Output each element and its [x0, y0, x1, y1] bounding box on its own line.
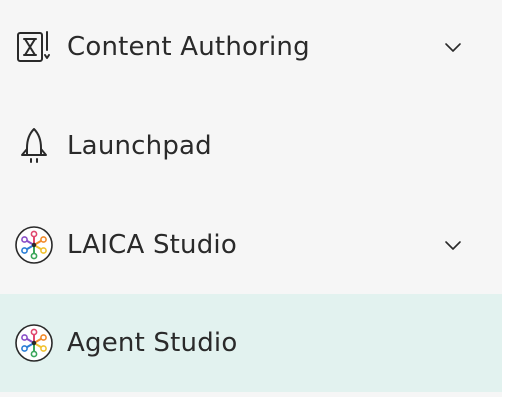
sidebar-nav: Content Authoring Launchpad LAICA Studio… — [0, 0, 502, 397]
sidebar-item-label: Launchpad — [67, 130, 212, 161]
sidebar-item-label: Content Authoring — [67, 31, 310, 62]
agent-network-icon — [14, 323, 54, 363]
sidebar-edge — [502, 0, 512, 397]
sidebar-item-laica-studio[interactable]: LAICA Studio — [0, 195, 502, 294]
sidebar-item-content-authoring[interactable]: Content Authoring — [0, 0, 502, 96]
rocket-icon — [14, 126, 54, 166]
content-authoring-icon — [14, 27, 54, 67]
sidebar-item-launchpad[interactable]: Launchpad — [0, 96, 502, 195]
chevron-down-icon[interactable] — [442, 36, 464, 58]
laica-network-icon — [14, 225, 54, 265]
sidebar-item-label: Agent Studio — [67, 328, 238, 358]
chevron-down-icon[interactable] — [442, 234, 464, 256]
sidebar-item-label: LAICA Studio — [67, 229, 237, 260]
sidebar-item-agent-studio[interactable]: Agent Studio — [0, 294, 502, 392]
